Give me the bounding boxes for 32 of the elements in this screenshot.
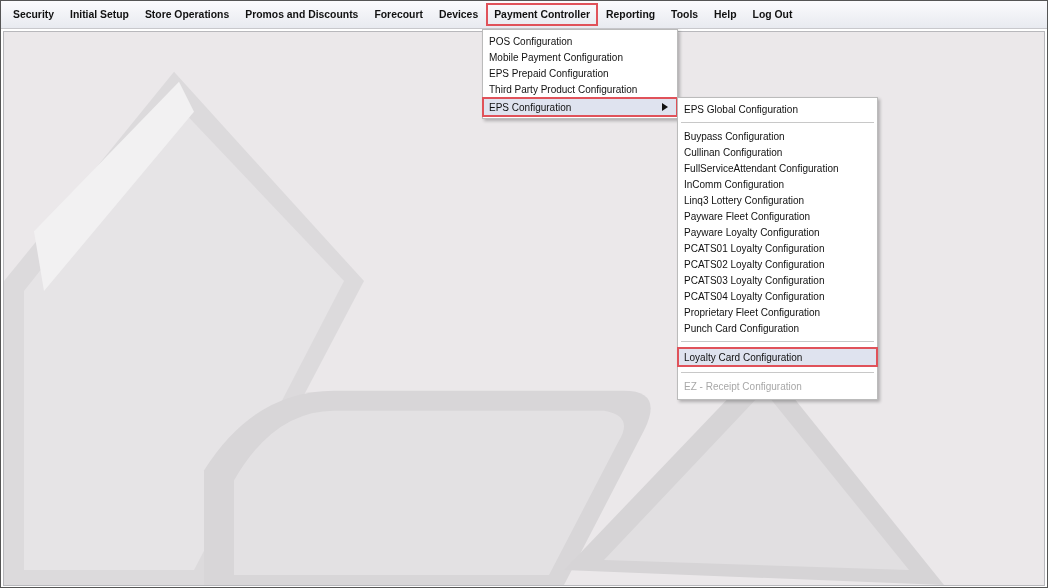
menu-tab[interactable]: Store Operations	[136, 3, 238, 26]
menu-item[interactable]: EPS Prepaid Configuration	[482, 65, 678, 81]
menu-tab[interactable]: Devices	[430, 3, 487, 26]
menu-item[interactable]: Cullinan Configuration	[677, 144, 878, 160]
menu-item[interactable]: Loyalty Card Configuration	[677, 347, 878, 367]
menu-item[interactable]: Payware Loyalty Configuration	[677, 224, 878, 240]
menu-item[interactable]: PCATS02 Loyalty Configuration	[677, 256, 878, 272]
menu-item[interactable]: EPS Global Configuration	[677, 101, 878, 117]
menu-tab[interactable]: Payment Controller	[486, 3, 599, 26]
menu-item[interactable]: Buypass Configuration	[677, 128, 878, 144]
menu-tab[interactable]: Forecourt	[366, 3, 431, 26]
menu-item[interactable]: PCATS03 Loyalty Configuration	[677, 272, 878, 288]
menu-item[interactable]: Third Party Product Configuration	[482, 81, 678, 97]
menu-tab[interactable]: Promos and Discounts	[237, 3, 367, 26]
menu-item[interactable]: Linq3 Lottery Configuration	[677, 192, 878, 208]
menu-item[interactable]: InComm Configuration	[677, 176, 878, 192]
menu-item[interactable]: Proprietary Fleet Configuration	[677, 304, 878, 320]
menu-tab[interactable]: Initial Setup	[62, 3, 137, 26]
menu-tab[interactable]: Security	[5, 3, 62, 26]
menu-item[interactable]: Mobile Payment Configuration	[482, 49, 678, 65]
menu-item[interactable]: Punch Card Configuration	[677, 320, 878, 336]
menu-tab[interactable]: Help	[706, 3, 745, 26]
menu-tab[interactable]: Reporting	[598, 3, 664, 26]
submenu-arrow-icon	[662, 103, 668, 111]
menu-item[interactable]: Payware Fleet Configuration	[677, 208, 878, 224]
menu-tab[interactable]: Log Out	[744, 3, 801, 26]
menu-item[interactable]: PCATS04 Loyalty Configuration	[677, 288, 878, 304]
menu-item[interactable]: FullServiceAttendant Configuration	[677, 160, 878, 176]
menu-tab[interactable]: Tools	[663, 3, 707, 26]
menu-item[interactable]: PCATS01 Loyalty Configuration	[677, 240, 878, 256]
menu-item[interactable]: POS Configuration	[482, 33, 678, 49]
menu-item[interactable]: EPS Configuration	[482, 97, 678, 117]
